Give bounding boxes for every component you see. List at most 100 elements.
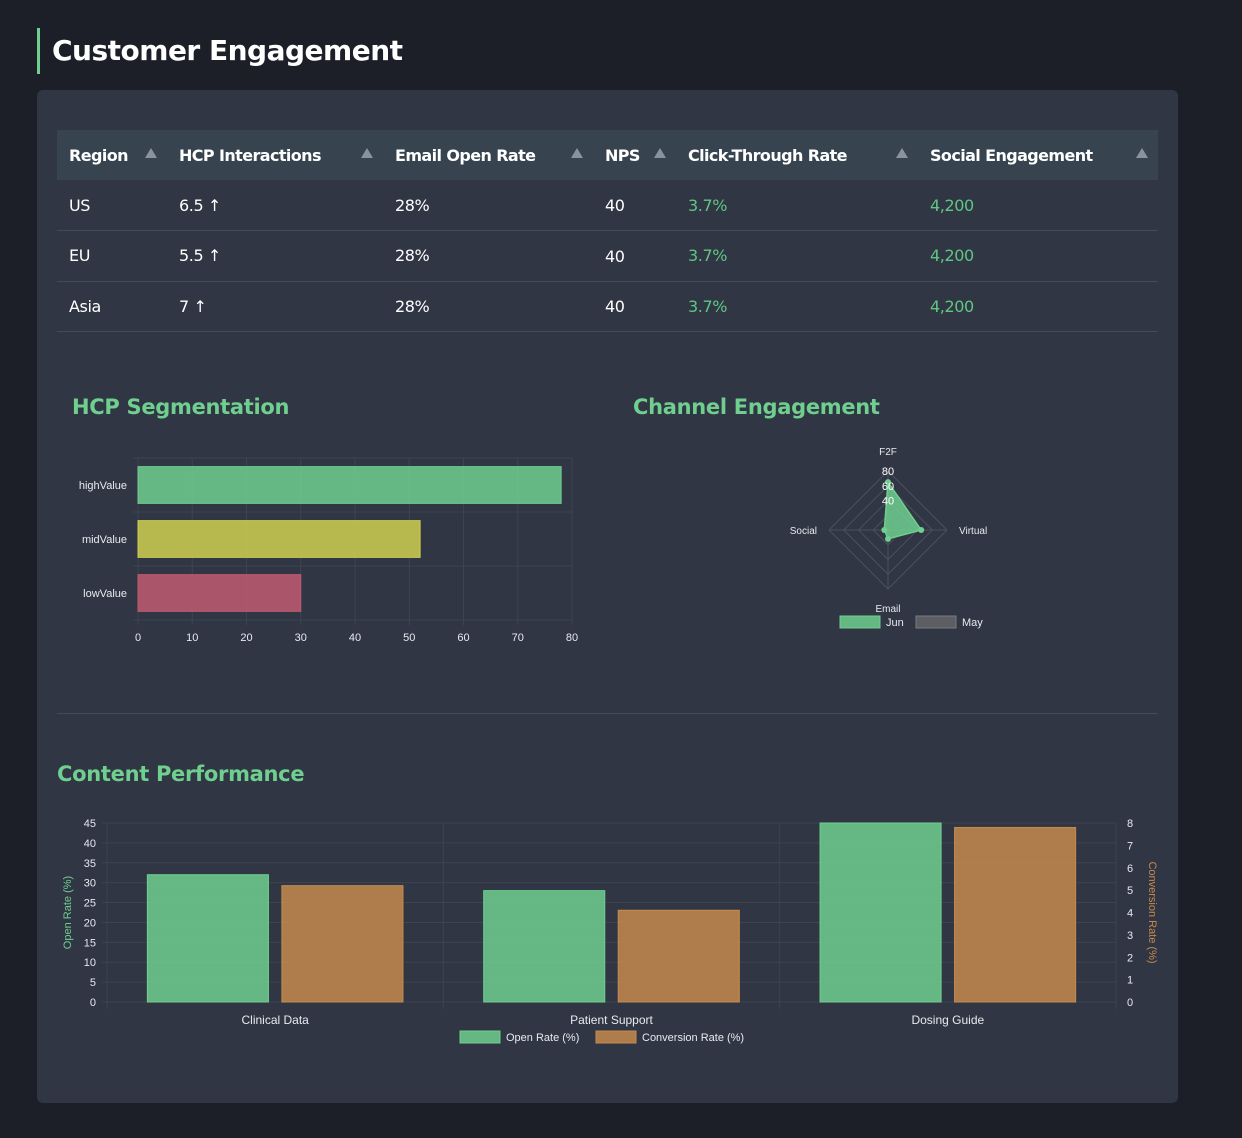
cell-social-engagement: 4,200	[918, 230, 1158, 282]
table-row: EU 5.5 ↑ 28% 40 3.7% 4,200	[57, 230, 1158, 282]
sort-icon[interactable]	[361, 148, 373, 158]
radar-tick-label: 80	[882, 466, 894, 478]
cell-nps: 40	[593, 281, 676, 332]
cell-social-engagement: 4,200	[918, 180, 1158, 231]
nps-value: 40	[605, 246, 625, 266]
y-tick-label: 20	[84, 917, 96, 929]
y2-tick-label: 5	[1127, 885, 1133, 897]
bar-open-rate	[483, 890, 606, 1003]
y-tick-label: 10	[84, 957, 96, 969]
bar-midValue	[137, 520, 421, 558]
hcp-segmentation-title: HCP Segmentation	[72, 395, 290, 419]
x-tick-label: 60	[457, 632, 469, 644]
table-row: Asia 7 ↑ 28% 40 3.7% 4,200	[57, 281, 1158, 332]
legend-label-Jun: Jun	[886, 617, 904, 629]
column-header-email-open-rate[interactable]: Email Open Rate	[383, 130, 593, 180]
y-axis-title: Open Rate (%)	[62, 876, 74, 949]
y2-tick-label: 4	[1127, 908, 1133, 920]
category-label: Clinical Data	[241, 1013, 309, 1027]
nps-value: 40	[605, 196, 625, 215]
x-tick-label: 40	[349, 632, 361, 644]
cell-click-through-rate: 3.7%	[676, 180, 918, 231]
radar-point	[881, 527, 888, 533]
bar-conversion-rate	[954, 826, 1077, 1003]
dashboard-card: Region HCP Interactions Email Open Rate …	[37, 90, 1178, 1103]
radar-axis-label: Social	[790, 526, 817, 537]
column-header-nps[interactable]: NPS	[593, 130, 676, 180]
radar-point	[918, 527, 925, 533]
sort-icon[interactable]	[571, 148, 583, 158]
bar-lowValue	[137, 574, 302, 612]
cell-email-open-rate: 28%	[383, 180, 593, 231]
cell-region: EU	[57, 230, 167, 282]
radar-axis-label: F2F	[879, 447, 897, 458]
nps-value: 40	[605, 297, 625, 317]
legend-swatch	[595, 1030, 637, 1044]
y2-tick-label: 7	[1127, 840, 1133, 852]
category-label: highValue	[79, 480, 127, 492]
cell-region: Asia	[57, 281, 167, 332]
y-tick-label: 5	[90, 977, 96, 989]
cell-nps: 40	[593, 180, 676, 231]
cell-hcp-interactions: 5.5 ↑	[167, 230, 383, 282]
sort-icon[interactable]	[145, 148, 157, 158]
cell-click-through-rate: 3.7%	[676, 230, 918, 282]
cell-hcp-interactions: 6.5 ↑	[167, 180, 383, 231]
y-tick-label: 35	[84, 858, 96, 870]
bar-conversion-rate	[617, 909, 740, 1003]
radar-tick-label: 40	[882, 496, 894, 508]
y-tick-label: 25	[84, 898, 96, 910]
content-performance-chart: 051015202530354045012345678Open Rate (%)…	[62, 818, 1158, 1044]
cell-nps: 40	[593, 230, 676, 282]
section-divider	[57, 713, 1158, 714]
x-tick-label: 50	[403, 632, 415, 644]
column-header-click-through-rate[interactable]: Click-Through Rate	[676, 130, 918, 180]
x-tick-label: 20	[240, 632, 252, 644]
column-header-region[interactable]: Region	[57, 130, 167, 180]
hcp-segmentation-chart: 0 10 20 30 40 50 60 70 80 highValue midValue lowVal…	[79, 457, 578, 644]
y-tick-label: 30	[84, 878, 96, 890]
legend-swatch-Jun	[839, 615, 881, 629]
page-title: Customer Engagement	[37, 28, 403, 74]
radar-axis-label: Email	[875, 604, 900, 615]
sort-icon[interactable]	[896, 148, 908, 158]
category-label: Dosing Guide	[911, 1013, 984, 1027]
radar-point	[885, 535, 891, 542]
legend-swatch	[459, 1030, 501, 1044]
table-row: US 6.5 ↑ 28% 40 3.7% 4,200	[57, 180, 1158, 231]
metrics-table: Region HCP Interactions Email Open Rate …	[57, 130, 1158, 332]
content-performance-title: Content Performance	[57, 762, 305, 786]
y-tick-label: 0	[90, 997, 96, 1009]
x-tick-label: 70	[512, 632, 524, 644]
x-tick-label: 10	[186, 632, 198, 644]
y2-tick-label: 3	[1127, 930, 1133, 942]
y-tick-label: 40	[84, 838, 96, 850]
sort-icon[interactable]	[1136, 148, 1148, 158]
cell-region: US	[57, 180, 167, 231]
cell-email-open-rate: 28%	[383, 230, 593, 282]
legend-swatch-May	[915, 615, 957, 629]
x-tick-label: 30	[295, 632, 307, 644]
y2-tick-label: 6	[1127, 863, 1133, 875]
y-tick-label: 15	[84, 937, 96, 949]
cell-social-engagement: 4,200	[918, 281, 1158, 332]
legend-label-May: May	[962, 617, 983, 629]
bar-conversion-rate	[281, 885, 404, 1003]
table-header-row: Region HCP Interactions Email Open Rate …	[57, 130, 1158, 180]
channel-engagement-title: Channel Engagement	[633, 395, 880, 419]
radar-tick-label: 60	[882, 481, 894, 493]
y2-tick-label: 8	[1127, 818, 1133, 830]
cell-email-open-rate: 28%	[383, 281, 593, 332]
legend-label: Conversion Rate (%)	[642, 1032, 744, 1044]
column-header-hcp-interactions[interactable]: HCP Interactions	[167, 130, 383, 180]
radar-axis-label: Virtual	[959, 526, 987, 537]
y2-axis-title: Conversion Rate (%)	[1146, 861, 1158, 963]
bar-open-rate	[819, 822, 942, 1003]
y2-tick-label: 2	[1127, 952, 1133, 964]
sort-icon[interactable]	[654, 148, 666, 158]
y-tick-label: 45	[84, 818, 96, 830]
column-header-social-engagement[interactable]: Social Engagement	[918, 130, 1158, 180]
bar-highValue	[137, 466, 562, 504]
cell-click-through-rate: 3.7%	[676, 281, 918, 332]
y2-tick-label: 1	[1127, 975, 1133, 987]
